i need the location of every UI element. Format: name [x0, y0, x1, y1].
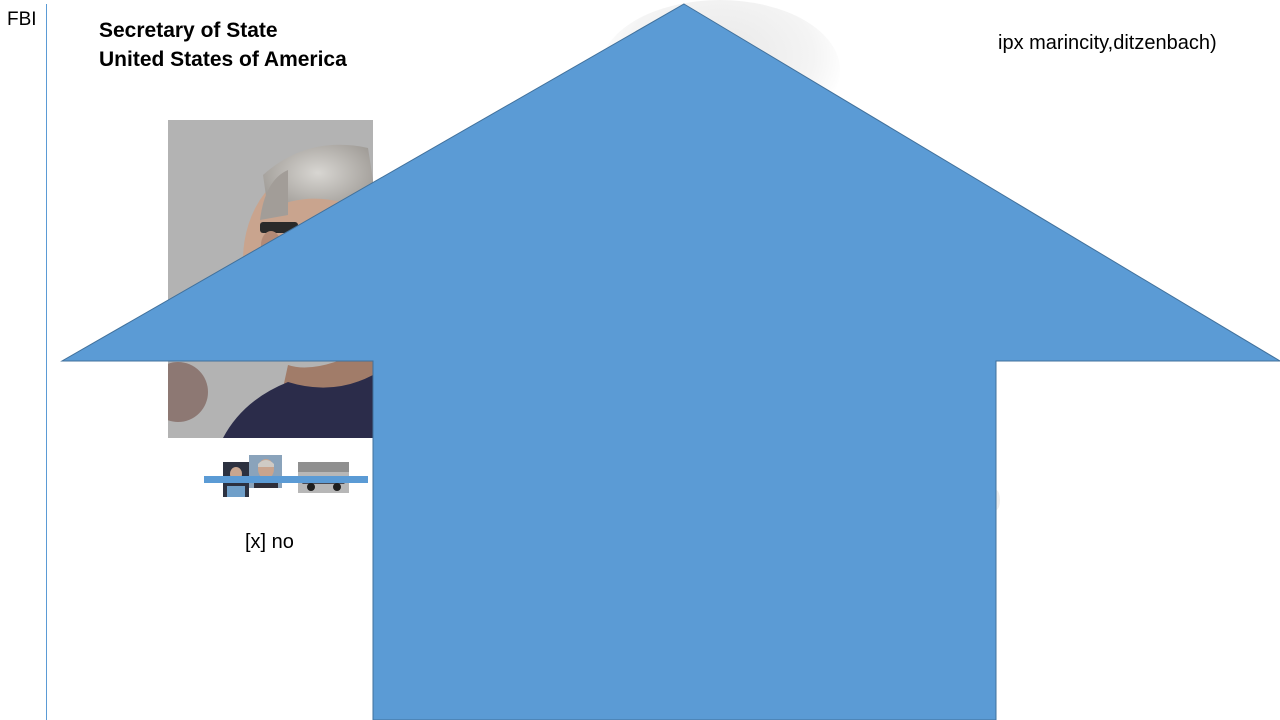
slide-canvas: FBI Secretary of State United States of … [0, 0, 1280, 720]
up-arrow-icon[interactable] [60, 3, 1280, 720]
up-arrow-shape[interactable] [0, 0, 1280, 720]
